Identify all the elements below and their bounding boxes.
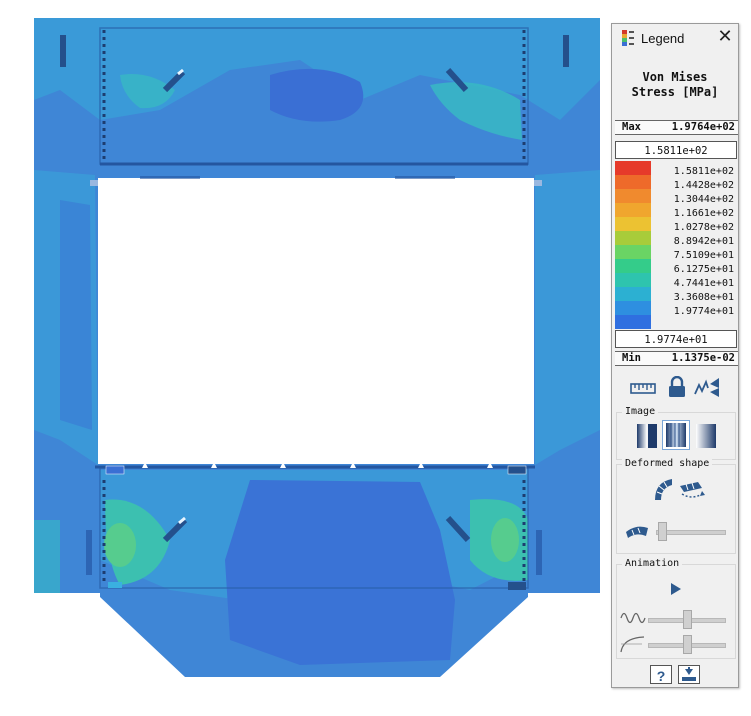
probe-icon[interactable] xyxy=(694,376,720,398)
deform-scale-thumb[interactable] xyxy=(658,522,667,541)
result-title-line1: Von Mises xyxy=(642,70,708,84)
post-bl xyxy=(86,530,92,575)
lock-icon[interactable] xyxy=(667,376,687,398)
post-tl xyxy=(60,35,66,67)
contour-smooth-icon xyxy=(666,423,686,447)
deformed-shape-icon[interactable] xyxy=(652,476,674,502)
color-swatch xyxy=(615,161,651,175)
color-level-label: 6.1275e+01 xyxy=(673,264,734,275)
legend-window-icon xyxy=(622,30,634,46)
color-swatch xyxy=(615,189,651,203)
color-level-label: 1.4428e+02 xyxy=(673,180,734,191)
animation-amplitude-thumb[interactable] xyxy=(683,610,692,629)
color-level-label: 1.3044e+02 xyxy=(673,194,734,205)
color-scale-levels: 1.5811e+02 1.4428e+02 1.3044e+02 1.1661e+02… xyxy=(652,165,734,319)
min-label: Min xyxy=(622,352,641,364)
color-swatch xyxy=(615,273,651,287)
image-section-label: Image xyxy=(622,406,659,417)
ruler-icon[interactable] xyxy=(630,379,656,397)
export-button[interactable] xyxy=(678,665,700,684)
model-viewport[interactable] xyxy=(0,0,605,716)
animation-speed-thumb[interactable] xyxy=(683,635,692,654)
post-br xyxy=(536,530,542,575)
color-swatch xyxy=(615,301,651,315)
deformed-overlay-icon[interactable] xyxy=(678,480,706,500)
contour-smooth-button[interactable] xyxy=(662,420,690,450)
legend-window-title: Legend xyxy=(641,31,685,46)
legend-panel: Legend ✕ Von Mises Stress [MPa] Max 1.97… xyxy=(611,23,739,688)
color-swatch xyxy=(615,315,651,329)
hotspot-bottom-left-core xyxy=(104,523,136,567)
low-stress-left xyxy=(60,200,92,430)
color-swatch xyxy=(615,245,651,259)
deformed-section-label: Deformed shape xyxy=(622,458,713,469)
lower-limit-field[interactable]: 1.9774e+01 xyxy=(615,330,737,348)
play-icon[interactable] xyxy=(670,582,682,596)
color-swatch xyxy=(615,231,651,245)
color-swatch xyxy=(615,259,651,273)
plate-bl xyxy=(105,465,125,475)
color-level-label: 8.8942e+01 xyxy=(673,236,734,247)
upper-limit-field[interactable]: 1.5811e+02 xyxy=(615,141,737,159)
color-swatch xyxy=(615,203,651,217)
plate-bl-bottom xyxy=(108,582,122,588)
color-level-label: 7.5109e+01 xyxy=(673,250,734,261)
result-title-line2: Stress [MPa] xyxy=(631,85,719,99)
color-level-label: 1.1661e+02 xyxy=(673,208,734,219)
post-tr xyxy=(563,35,569,67)
contour-gradient-icon[interactable] xyxy=(695,423,717,449)
color-level-label: 1.9774e+01 xyxy=(673,306,734,317)
plate-br-bottom xyxy=(508,582,526,590)
min-value: 1.1375e-02 xyxy=(671,352,735,364)
color-swatch xyxy=(615,175,651,189)
help-icon: ? xyxy=(656,668,666,684)
color-level-label: 3.3608e+01 xyxy=(673,292,734,303)
max-label: Max xyxy=(622,121,641,133)
max-value: 1.9764e+02 xyxy=(671,121,735,133)
help-button[interactable]: ? xyxy=(650,665,672,684)
stress-contour-model xyxy=(34,18,600,677)
close-icon[interactable]: ✕ xyxy=(716,28,734,46)
curve-icon xyxy=(620,636,645,653)
low-stress-bottom xyxy=(225,480,455,665)
min-row: Min 1.1375e-02 xyxy=(615,351,738,366)
contour-band-right xyxy=(535,170,600,465)
deform-scale-icon xyxy=(626,526,648,538)
color-level-label: 1.0278e+02 xyxy=(673,222,734,233)
hotspot-left-foot xyxy=(34,520,60,593)
contour-banded-icon[interactable] xyxy=(636,423,658,449)
center-opening xyxy=(98,178,534,464)
plate-br xyxy=(507,465,527,475)
animation-section-label: Animation xyxy=(622,558,683,569)
color-scale-bar xyxy=(615,161,651,329)
result-title: Von Mises Stress [MPa] xyxy=(612,70,738,100)
color-swatch xyxy=(615,287,651,301)
color-level-label: 4.7441e+01 xyxy=(673,278,734,289)
color-swatch xyxy=(615,217,651,231)
color-level-label: 1.5811e+02 xyxy=(673,166,734,177)
max-row: Max 1.9764e+02 xyxy=(615,120,738,135)
legend-titlebar[interactable]: Legend ✕ xyxy=(612,24,738,52)
export-icon xyxy=(682,667,696,681)
hotspot-bottom-right-core xyxy=(491,518,519,562)
wave-icon xyxy=(620,612,646,624)
